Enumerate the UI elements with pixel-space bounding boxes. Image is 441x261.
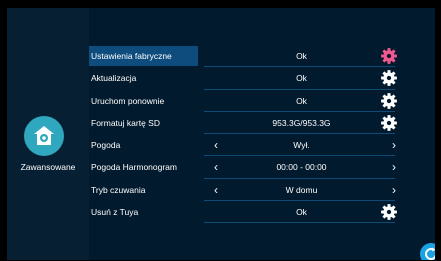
menu-row[interactable]: Usuń z Tuya Ok [89,202,435,224]
refresh-icon [425,247,435,260]
gear-icon[interactable] [380,69,398,87]
row-divider [204,222,395,224]
row-divider [204,88,395,90]
home-gear-icon[interactable] [24,116,64,156]
menu-row[interactable]: Tryb czuwania ‹ › W domu [89,180,435,202]
home-gear-glyph [34,126,54,145]
menu-row-value[interactable]: 953.3G/953.3G [219,113,384,133]
menu-row-label[interactable]: Formatuj kartę SD [89,113,198,133]
menu-row-label[interactable]: Usuń z Tuya [89,202,198,222]
row-divider [204,200,395,202]
menu-row[interactable]: Formatuj kartę SD 953.3G/953.3G [89,113,435,135]
menu-row-label[interactable]: Pogoda [89,135,198,155]
menu-row[interactable]: Pogoda ‹ › Wył. [89,135,435,157]
menu-row[interactable]: Aktualizacja Ok [89,68,435,90]
row-divider [204,133,395,135]
menu-row[interactable]: Ustawienia fabryczne Ok [89,46,435,68]
menu-row-value[interactable]: Ok [219,91,384,111]
refresh-button[interactable] [420,243,435,260]
menu-row-value: W domu [285,184,318,195]
gear-icon[interactable] [380,92,398,110]
menu-row-value: 00:00 - 00:00 [276,162,327,173]
menu-row-label[interactable]: Aktualizacja [89,68,198,88]
chevron-right-icon[interactable]: › [387,183,401,197]
row-divider [204,155,395,157]
gear-icon[interactable] [380,47,398,65]
category-sidebar: Zawansowane [7,8,89,260]
chevron-right-icon[interactable]: › [387,160,401,174]
settings-frame: Zawansowane Ustawienia fabryczne Ok Aktual… [7,8,435,260]
row-divider [204,177,395,179]
screen: Zawansowane Ustawienia fabryczne Ok Aktual… [0,0,441,261]
settings-menu: Ustawienia fabryczne Ok Aktualizacja Ok Uruc… [89,46,435,224]
menu-row-value: Wył. [293,140,310,151]
menu-row-label[interactable]: Uruchom ponownie [89,91,198,111]
menu-row-label[interactable]: Tryb czuwania [89,180,198,200]
menu-row-value[interactable]: Ok [219,202,384,222]
gear-icon[interactable] [380,203,398,221]
menu-row[interactable]: Uruchom ponownie Ok [89,91,435,113]
chevron-right-icon[interactable]: › [387,138,401,152]
category-label: Zawansowane [20,162,76,172]
menu-row-label[interactable]: Pogoda Harmonogram [89,157,198,177]
menu-row-value[interactable]: Ok [219,46,384,66]
gear-icon[interactable] [380,114,398,132]
menu-row[interactable]: Pogoda Harmonogram ‹ › 00:00 - 00:00 [89,157,435,179]
menu-row-value[interactable]: Ok [219,68,384,88]
row-divider [204,66,395,68]
row-divider [204,110,395,112]
menu-row-label[interactable]: Ustawienia fabryczne [89,46,198,66]
